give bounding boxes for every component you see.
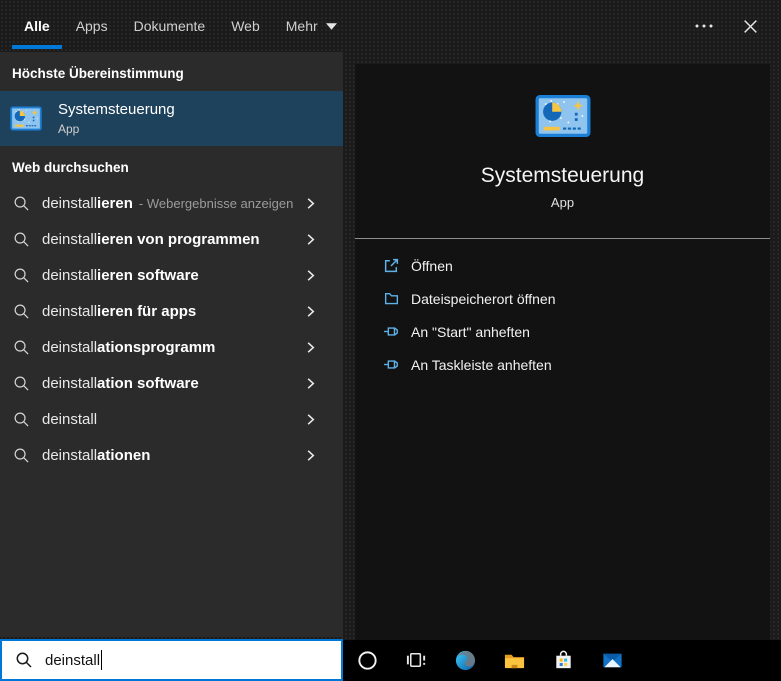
search-box[interactable]: deinstall <box>0 639 343 681</box>
search-icon <box>13 375 30 392</box>
suggestion-text: deinstallation software <box>42 374 199 392</box>
taskbar-button-task-view[interactable] <box>392 640 441 681</box>
chevron-right-icon[interactable] <box>303 412 318 427</box>
action-label: An "Start" anheften <box>411 323 530 340</box>
taskbar <box>343 640 781 681</box>
search-suggestion[interactable]: deinstallationen <box>0 437 343 473</box>
app-title: Systemsteuerung <box>480 164 645 187</box>
text-caret <box>101 650 103 670</box>
tab-dokumente[interactable]: Dokumente <box>134 18 206 34</box>
suggestion-text: deinstallieren - Webergebnisse anzeigen <box>42 194 294 212</box>
control-panel-icon <box>10 106 42 131</box>
best-match-header: Höchste Übereinstimmung <box>12 66 184 81</box>
divider <box>355 238 770 239</box>
store-icon <box>552 649 575 672</box>
edge-icon <box>454 649 477 672</box>
tab-web[interactable]: Web <box>231 18 260 34</box>
search-icon <box>13 231 30 248</box>
suggestion-text: deinstallieren von programmen <box>42 230 260 248</box>
context-action[interactable]: An "Start" anheften <box>355 315 770 348</box>
taskbar-button-file-explorer[interactable] <box>490 640 539 681</box>
open-icon <box>383 257 400 274</box>
search-suggestion[interactable]: deinstallieren - Webergebnisse anzeigen <box>0 185 343 221</box>
app-type-label: App <box>550 195 575 210</box>
preview-panel: Systemsteuerung App Öffnen Dateispeichero… <box>355 64 770 640</box>
pin-icon <box>383 356 400 373</box>
suggestion-text: deinstallieren software <box>42 266 199 284</box>
more-options-icon[interactable] <box>693 15 715 37</box>
chevron-right-icon[interactable] <box>303 376 318 391</box>
search-tabs-bar: Alle Apps Dokumente Web Mehr <box>0 0 781 52</box>
tab-label: Web <box>231 18 260 34</box>
best-match-title: Systemsteuerung <box>58 101 175 118</box>
tab-alle[interactable]: Alle <box>12 18 62 49</box>
suggestion-text: deinstall <box>42 410 98 428</box>
search-suggestions-list: deinstallieren - Webergebnisse anzeigen de… <box>0 185 343 473</box>
taskbar-button-cortana[interactable] <box>343 640 392 681</box>
search-suggestion[interactable]: deinstall <box>0 401 343 437</box>
context-actions: Öffnen Dateispeicherort öffnen An "Start" … <box>355 249 770 381</box>
suggestion-text: deinstallationen <box>42 446 151 464</box>
close-icon[interactable] <box>739 15 761 37</box>
chevron-right-icon[interactable] <box>303 232 318 247</box>
file-location-icon <box>383 290 400 307</box>
start-search-flyout: Alle Apps Dokumente Web Mehr Höchste Überein… <box>0 0 781 681</box>
suggestion-text: deinstallieren für apps <box>42 302 197 320</box>
tab-label: Alle <box>24 18 50 34</box>
action-label: Dateispeicherort öffnen <box>411 290 556 307</box>
action-label: An Taskleiste anheften <box>411 356 552 373</box>
cortana-icon <box>356 649 379 672</box>
taskbar-button-mail[interactable] <box>588 640 637 681</box>
search-icon <box>13 447 30 464</box>
taskbar-button-edge[interactable] <box>441 640 490 681</box>
file-explorer-icon <box>503 649 526 672</box>
search-suggestion[interactable]: deinstallieren von programmen <box>0 221 343 257</box>
search-suggestion[interactable]: deinstallation software <box>0 365 343 401</box>
best-match-text: Systemsteuerung App <box>58 101 175 136</box>
best-match-subtitle: App <box>58 122 80 136</box>
top-actions <box>693 0 761 52</box>
search-icon <box>15 651 33 669</box>
results-panel: Höchste Übereinstimmung Systemsteuerung … <box>0 52 343 637</box>
context-action[interactable]: An Taskleiste anheften <box>355 348 770 381</box>
search-suggestion[interactable]: deinstallieren für apps <box>0 293 343 329</box>
suggestion-note: - Webergebnisse anzeigen <box>138 195 294 211</box>
chevron-right-icon[interactable] <box>303 196 318 211</box>
mail-icon <box>601 649 624 672</box>
web-search-header: Web durchsuchen <box>12 160 129 175</box>
pin-icon <box>383 323 400 340</box>
search-icon <box>13 303 30 320</box>
search-icon <box>13 411 30 428</box>
search-suggestion[interactable]: deinstallationsprogramm <box>0 329 343 365</box>
suggestion-text: deinstallationsprogramm <box>42 338 216 356</box>
tab-label: Apps <box>75 18 108 34</box>
tab-apps[interactable]: Apps <box>76 18 108 34</box>
chevron-right-icon[interactable] <box>303 304 318 319</box>
search-icon <box>13 339 30 356</box>
search-input[interactable]: deinstall <box>45 652 100 669</box>
tab-label: Dokumente <box>133 18 206 34</box>
taskbar-button-store[interactable] <box>539 640 588 681</box>
search-filter-tabs: Alle Apps Dokumente Web Mehr <box>12 0 363 52</box>
tab-label: Mehr <box>285 18 318 34</box>
search-suggestion[interactable]: deinstallieren software <box>0 257 343 293</box>
action-label: Öffnen <box>411 257 453 274</box>
control-panel-icon <box>355 94 770 138</box>
chevron-right-icon[interactable] <box>303 268 318 283</box>
best-match-item[interactable]: Systemsteuerung App <box>0 91 343 146</box>
search-icon <box>13 195 30 212</box>
chevron-right-icon[interactable] <box>303 448 318 463</box>
task-view-icon <box>405 649 428 672</box>
tab-mehr[interactable]: Mehr <box>286 18 337 34</box>
chevron-right-icon[interactable] <box>303 340 318 355</box>
context-action[interactable]: Öffnen <box>355 249 770 282</box>
search-icon <box>13 267 30 284</box>
chevron-down-icon <box>325 22 337 30</box>
context-action[interactable]: Dateispeicherort öffnen <box>355 282 770 315</box>
